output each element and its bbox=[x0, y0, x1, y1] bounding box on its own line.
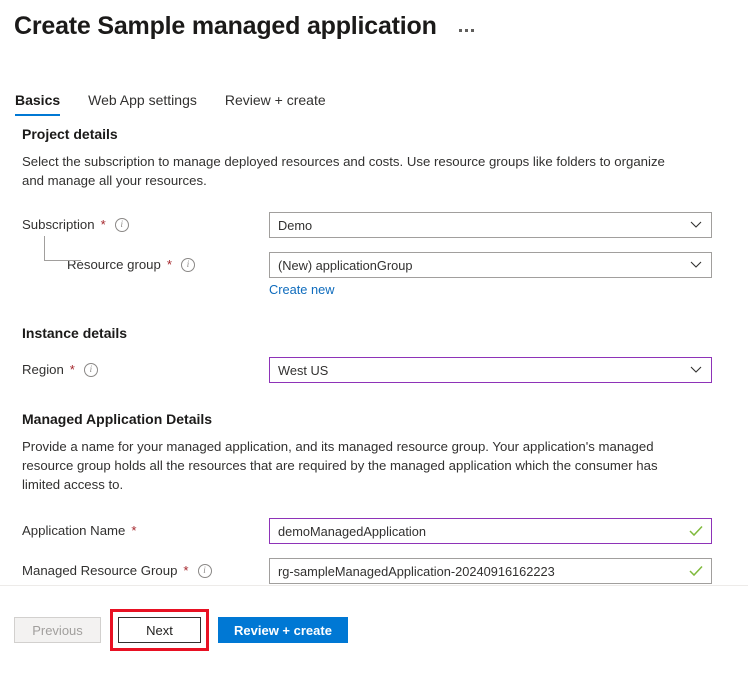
subscription-value: Demo bbox=[278, 218, 312, 233]
region-dropdown[interactable]: West US bbox=[269, 357, 712, 383]
field-row-resource-group: Resource group * i (New) applicationGrou… bbox=[22, 252, 748, 299]
basics-form: Project details Select the subscription … bbox=[0, 126, 748, 584]
field-row-application-name: Application Name * demoManagedApplicatio… bbox=[22, 518, 748, 544]
field-row-subscription: Subscription * i Demo bbox=[22, 212, 748, 238]
section-heading-project-details: Project details bbox=[22, 126, 748, 142]
section-heading-managed-application-details: Managed Application Details bbox=[22, 411, 748, 427]
control-resource-group: (New) applicationGroup Create new bbox=[269, 252, 712, 299]
previous-button[interactable]: Previous bbox=[14, 617, 101, 643]
wizard-tabs: Basics Web App settings Review + create bbox=[15, 92, 354, 116]
resource-group-dropdown[interactable]: (New) applicationGroup bbox=[269, 252, 712, 278]
required-asterisk: * bbox=[131, 524, 136, 537]
application-name-value: demoManagedApplication bbox=[278, 524, 426, 539]
application-name-input[interactable]: demoManagedApplication bbox=[269, 518, 712, 544]
control-application-name: demoManagedApplication bbox=[269, 518, 712, 544]
ellipsis-dot bbox=[465, 29, 468, 32]
chevron-down-icon bbox=[690, 261, 702, 269]
managed-resource-group-input[interactable]: rg-sampleManagedApplication-202409161622… bbox=[269, 558, 712, 584]
info-icon[interactable]: i bbox=[181, 258, 195, 272]
ellipsis-dot bbox=[471, 29, 474, 32]
tab-basics[interactable]: Basics bbox=[15, 92, 60, 116]
info-icon[interactable]: i bbox=[198, 564, 212, 578]
label-application-name: Application Name * bbox=[22, 518, 269, 538]
region-value: West US bbox=[278, 363, 328, 378]
info-icon[interactable]: i bbox=[84, 363, 98, 377]
control-subscription: Demo bbox=[269, 212, 712, 238]
label-region-text: Region bbox=[22, 362, 64, 377]
resource-group-value: (New) applicationGroup bbox=[278, 258, 412, 273]
label-application-name-text: Application Name bbox=[22, 523, 125, 538]
chevron-down-icon bbox=[690, 221, 702, 229]
label-region: Region * i bbox=[22, 357, 269, 377]
label-managed-resource-group: Managed Resource Group * i bbox=[22, 558, 269, 578]
tab-web-app-settings[interactable]: Web App settings bbox=[88, 92, 197, 116]
field-row-region: Region * i West US bbox=[22, 357, 748, 383]
label-resource-group-text: Resource group bbox=[67, 257, 161, 272]
control-managed-resource-group: rg-sampleManagedApplication-202409161622… bbox=[269, 558, 712, 584]
section-heading-instance-details: Instance details bbox=[22, 325, 748, 341]
more-options-icon[interactable] bbox=[459, 29, 474, 32]
required-asterisk: * bbox=[183, 564, 188, 577]
page-header: Create Sample managed application bbox=[14, 10, 474, 42]
review-create-button[interactable]: Review + create bbox=[218, 617, 348, 643]
ellipsis-dot bbox=[459, 29, 462, 32]
chevron-down-icon bbox=[690, 366, 702, 374]
valid-check-icon bbox=[689, 566, 703, 577]
wizard-footer: Previous Next Review + create bbox=[14, 609, 348, 651]
footer-divider bbox=[0, 585, 748, 586]
required-asterisk: * bbox=[167, 258, 172, 271]
page-title: Create Sample managed application bbox=[14, 10, 437, 42]
label-subscription: Subscription * i bbox=[22, 212, 269, 232]
managed-resource-group-value: rg-sampleManagedApplication-202409161622… bbox=[278, 564, 555, 579]
valid-check-icon bbox=[689, 526, 703, 537]
section-description-managed-application-details: Provide a name for your managed applicat… bbox=[22, 437, 682, 494]
tree-connector bbox=[44, 236, 81, 261]
field-row-managed-resource-group: Managed Resource Group * i rg-sampleMana… bbox=[22, 558, 748, 584]
label-subscription-text: Subscription bbox=[22, 217, 95, 232]
next-button[interactable]: Next bbox=[118, 617, 201, 643]
info-icon[interactable]: i bbox=[115, 218, 129, 232]
control-region: West US bbox=[269, 357, 712, 383]
section-description-project-details: Select the subscription to manage deploy… bbox=[22, 152, 682, 190]
required-asterisk: * bbox=[70, 363, 75, 376]
label-managed-resource-group-text: Managed Resource Group bbox=[22, 563, 177, 578]
create-new-resource-group-link[interactable]: Create new bbox=[269, 282, 334, 297]
next-button-highlight: Next bbox=[110, 609, 209, 651]
subscription-dropdown[interactable]: Demo bbox=[269, 212, 712, 238]
tab-review-create[interactable]: Review + create bbox=[225, 92, 326, 116]
required-asterisk: * bbox=[101, 218, 106, 231]
